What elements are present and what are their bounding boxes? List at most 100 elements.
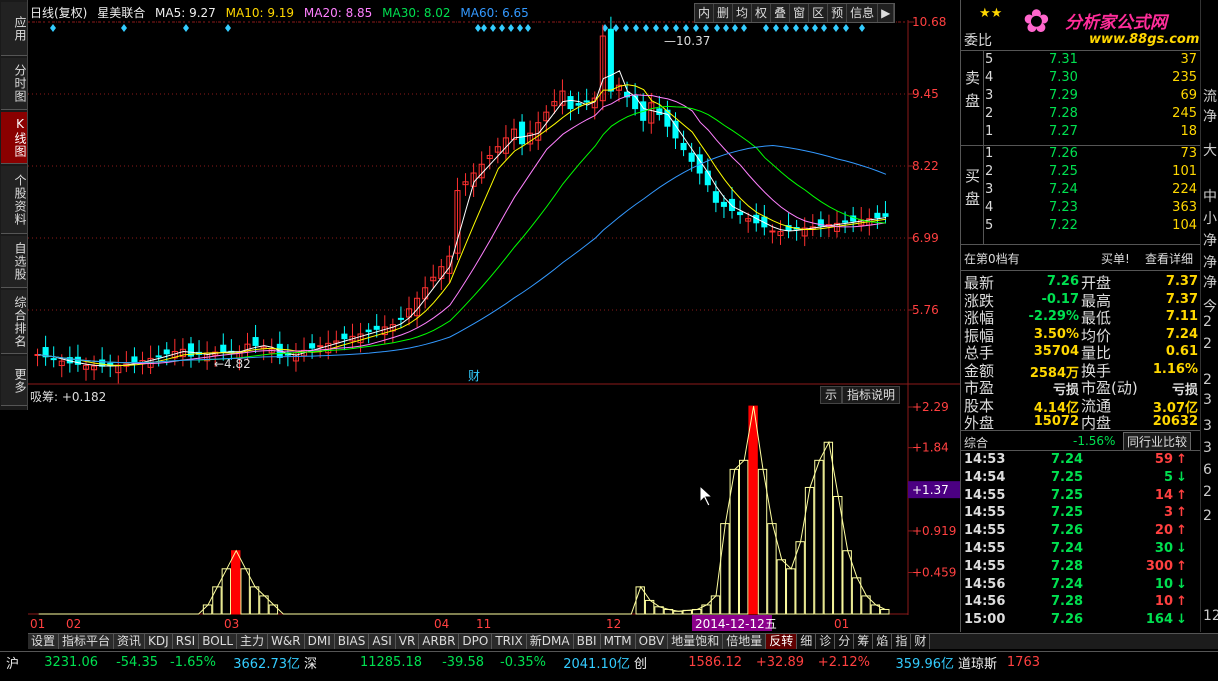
buy-order-row[interactable]: 1 7.26 73	[961, 146, 1201, 164]
status-item: -0.35%	[500, 655, 546, 670]
indicator-explain-button[interactable]: 指标说明	[842, 386, 901, 404]
toolbar-button-2[interactable]: 均	[733, 4, 753, 22]
candle-body	[341, 333, 348, 340]
composite-label: 综合	[964, 436, 989, 450]
nav-item-6[interactable]: 更多	[1, 356, 27, 406]
bottom-tab-0[interactable]: 设置	[28, 634, 60, 649]
candle-body	[163, 349, 170, 355]
ma10-label: MA10: 9.19	[225, 6, 295, 20]
period-label[interactable]: 日线(复权)	[30, 6, 87, 20]
bottom-tab-23[interactable]: 诊	[816, 634, 836, 649]
bottom-tab-12[interactable]: ARBR	[419, 634, 460, 649]
price: 7.28	[1049, 106, 1078, 121]
bottom-tab-26[interactable]: 焰	[873, 634, 893, 649]
bottom-tab-21[interactable]: 反转	[766, 634, 798, 649]
nav-item-2[interactable]: K线图	[1, 112, 27, 164]
toolbar-button-8[interactable]: 信息	[847, 4, 879, 22]
bottom-tab-2[interactable]: 资讯	[114, 634, 146, 649]
toolbar-button-4[interactable]: 叠	[771, 4, 791, 22]
stat-value: 3.07亿	[1152, 400, 1198, 416]
status-item: 道琼斯	[958, 657, 998, 672]
level: 2	[985, 106, 994, 121]
sell-order-row[interactable]: 4 7.30 235	[961, 70, 1201, 88]
stat-value: -0.17	[1041, 291, 1079, 307]
low-marker: ←4.82	[214, 357, 251, 371]
candle-body	[769, 230, 776, 233]
tick-time: 14:56	[964, 576, 1006, 592]
bottom-tab-5[interactable]: BOLL	[199, 634, 238, 649]
candle-body	[680, 142, 687, 151]
price: 7.23	[1049, 200, 1078, 215]
indicator-tab-partial[interactable]: 示	[820, 386, 843, 404]
buy-order-row[interactable]: 4 7.23 363	[961, 200, 1201, 218]
bottom-tab-7[interactable]: W&R	[268, 634, 305, 649]
bottom-tab-15[interactable]: 新DMA	[526, 634, 574, 649]
divider	[961, 430, 1201, 431]
tick-volume: 59	[1154, 452, 1173, 467]
toolbar-button-9[interactable]: ▶	[878, 4, 895, 22]
industry-compare-button[interactable]: 同行业比较	[1123, 432, 1192, 451]
nav-item-4[interactable]: 自选股	[1, 236, 27, 288]
bottom-tab-20[interactable]: 倍地量	[723, 634, 767, 649]
buy-single-link[interactable]: 买单!	[1101, 250, 1130, 267]
bottom-tab-14[interactable]: TRIX	[492, 634, 527, 649]
bottom-tab-1[interactable]: 指标平台	[59, 634, 115, 649]
toolbar-button-5[interactable]: 窗	[790, 4, 810, 22]
sell-order-row[interactable]: 5 7.31 37	[961, 52, 1201, 70]
status-item: 沪	[6, 657, 20, 672]
bottom-tab-25[interactable]: 筹	[854, 634, 874, 649]
indicator-axis-label: +0.459	[912, 566, 956, 580]
bottom-tab-22[interactable]: 细	[797, 634, 817, 649]
kline-chart[interactable]: 10.68 9.45 8.22 6.99 5.76 —10.37 ←4.82 财 +2.29 +1…	[28, 0, 960, 632]
bottom-tab-3[interactable]: KDJ	[145, 634, 173, 649]
volume: 18	[1180, 124, 1197, 139]
sell-order-row[interactable]: 1 7.27 18	[961, 124, 1201, 142]
candle-body	[688, 152, 695, 162]
stat-value: 20632	[1152, 414, 1198, 429]
tick-volume: 14	[1154, 487, 1173, 503]
toolbar-button-6[interactable]: 区	[809, 4, 829, 22]
buy-order-row[interactable]: 2 7.25 101	[961, 164, 1201, 182]
toolbar-button-1[interactable]: 删	[714, 4, 734, 22]
toolbar-button-0[interactable]: 内	[695, 4, 715, 22]
bottom-tab-18[interactable]: OBV	[635, 634, 669, 649]
nav-item-1[interactable]: 分时图	[1, 58, 27, 110]
buy-order-row[interactable]: 5 7.22 104	[961, 218, 1201, 236]
detail-link[interactable]: 查看详细	[1145, 250, 1193, 267]
bottom-tab-10[interactable]: ASI	[369, 634, 396, 649]
tick-time: 14:55	[964, 487, 1006, 503]
bottom-tab-24[interactable]: 分	[835, 634, 855, 649]
toolbar-button-7[interactable]: 预	[828, 4, 848, 22]
bottom-tab-17[interactable]: MTM	[600, 634, 636, 649]
stat-value: 7.37	[1165, 291, 1198, 307]
finance-marker[interactable]: 财	[468, 369, 480, 383]
sell-order-row[interactable]: 3 7.29 69	[961, 88, 1201, 106]
price: 7.27	[1049, 124, 1078, 139]
arrow-up-icon: ↑	[1176, 452, 1187, 467]
bottom-tab-6[interactable]: 主力	[237, 634, 269, 649]
divider	[961, 450, 1201, 451]
tick-price: 7.24	[1051, 576, 1084, 592]
stat-value: 7.37	[1165, 274, 1198, 289]
toolbar-button-3[interactable]: 权	[752, 4, 772, 22]
bottom-tab-19[interactable]: 地量饱和	[668, 634, 724, 649]
sell-order-row[interactable]: 2 7.28 245	[961, 106, 1201, 124]
candle-body	[842, 220, 849, 223]
bottom-tab-8[interactable]: DMI	[304, 634, 335, 649]
bottom-tab-27[interactable]: 指	[892, 634, 912, 649]
bottom-tab-11[interactable]: VR	[395, 634, 420, 649]
bottom-tab-9[interactable]: BIAS	[334, 634, 370, 649]
buy-order-row[interactable]: 3 7.24 224	[961, 182, 1201, 200]
candle-body	[252, 337, 259, 346]
far-right-text: 小	[1203, 211, 1217, 227]
stat-value: 1.16%	[1152, 361, 1198, 377]
bottom-tab-16[interactable]: BBI	[573, 634, 601, 649]
bottom-tab-13[interactable]: DPO	[459, 634, 493, 649]
nav-item-0[interactable]: 应用	[1, 2, 27, 56]
bottom-tab-4[interactable]: RSI	[172, 634, 200, 649]
bottom-tab-28[interactable]: 财	[911, 634, 931, 649]
nav-item-3[interactable]: 个股资料	[1, 166, 27, 234]
nav-item-5[interactable]: 综合排名	[1, 290, 27, 354]
status-item: 3231.06	[44, 655, 98, 670]
chart-background	[28, 0, 960, 632]
